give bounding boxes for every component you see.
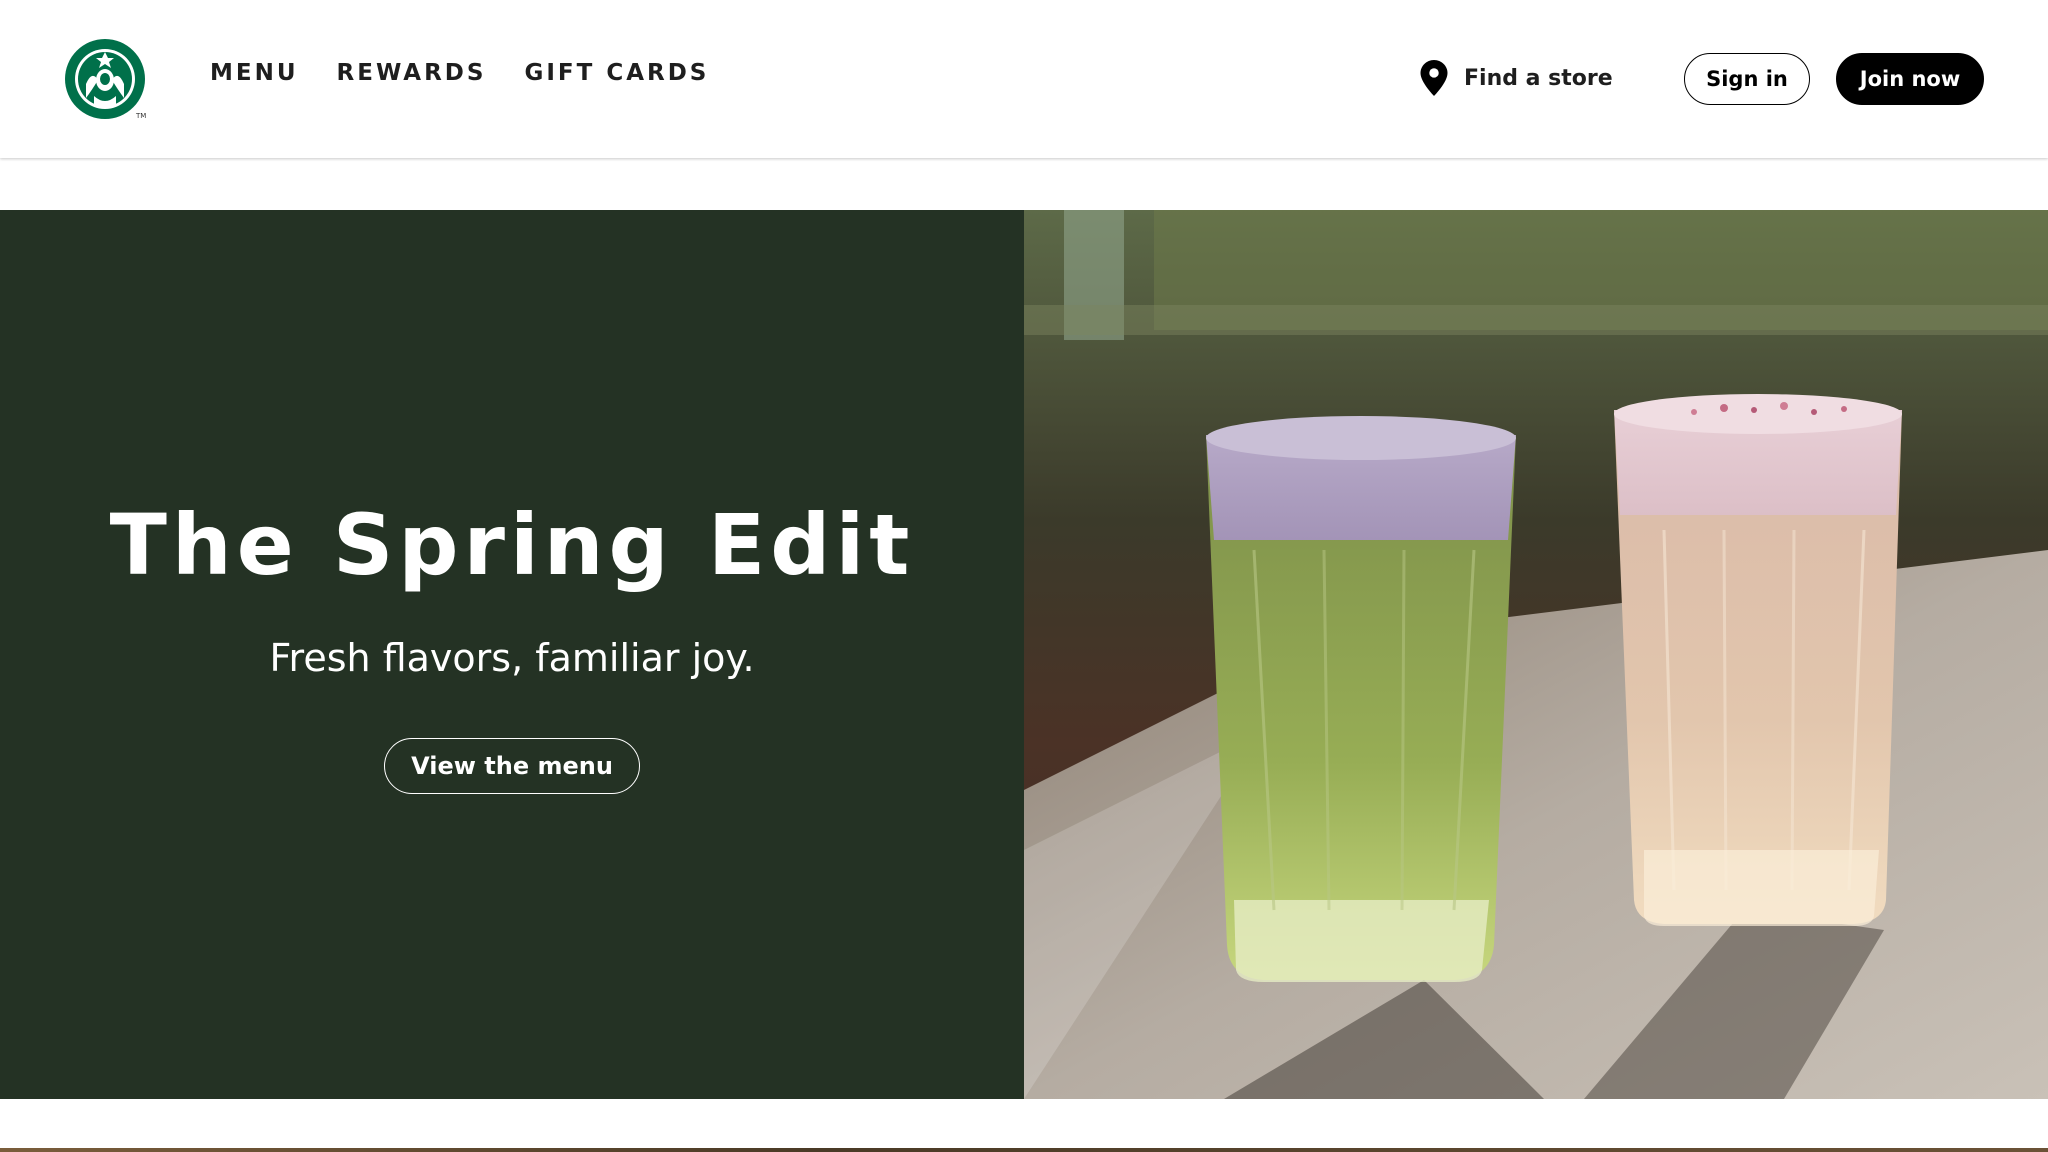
svg-text:TM: TM bbox=[135, 112, 146, 120]
primary-nav: MENU REWARDS GIFT CARDS bbox=[210, 60, 709, 86]
starbucks-logo-icon[interactable]: TM bbox=[64, 38, 146, 120]
nav-menu[interactable]: MENU bbox=[210, 60, 299, 86]
hero-title: The Spring Edit bbox=[109, 495, 915, 594]
location-pin-icon bbox=[1420, 60, 1448, 96]
sign-in-button[interactable]: Sign in bbox=[1684, 53, 1810, 105]
join-now-button[interactable]: Join now bbox=[1836, 53, 1984, 105]
view-menu-button[interactable]: View the menu bbox=[384, 737, 640, 794]
nav-rewards[interactable]: REWARDS bbox=[337, 60, 487, 86]
hero-image bbox=[1024, 210, 2048, 1099]
global-header: TM MENU REWARDS GIFT CARDS Find a store … bbox=[0, 0, 2048, 158]
next-section-edge bbox=[0, 1148, 2048, 1152]
find-a-store-link[interactable]: Find a store bbox=[1420, 60, 1613, 96]
two-iced-drinks-image bbox=[1024, 210, 2048, 1099]
nav-gift-cards[interactable]: GIFT CARDS bbox=[524, 60, 709, 86]
find-a-store-label: Find a store bbox=[1464, 65, 1613, 91]
hero-subtitle: Fresh flavors, familiar joy. bbox=[269, 635, 755, 680]
hero-text-panel: The Spring Edit Fresh flavors, familiar … bbox=[0, 210, 1024, 1099]
hero-section: The Spring Edit Fresh flavors, familiar … bbox=[0, 210, 2048, 1099]
